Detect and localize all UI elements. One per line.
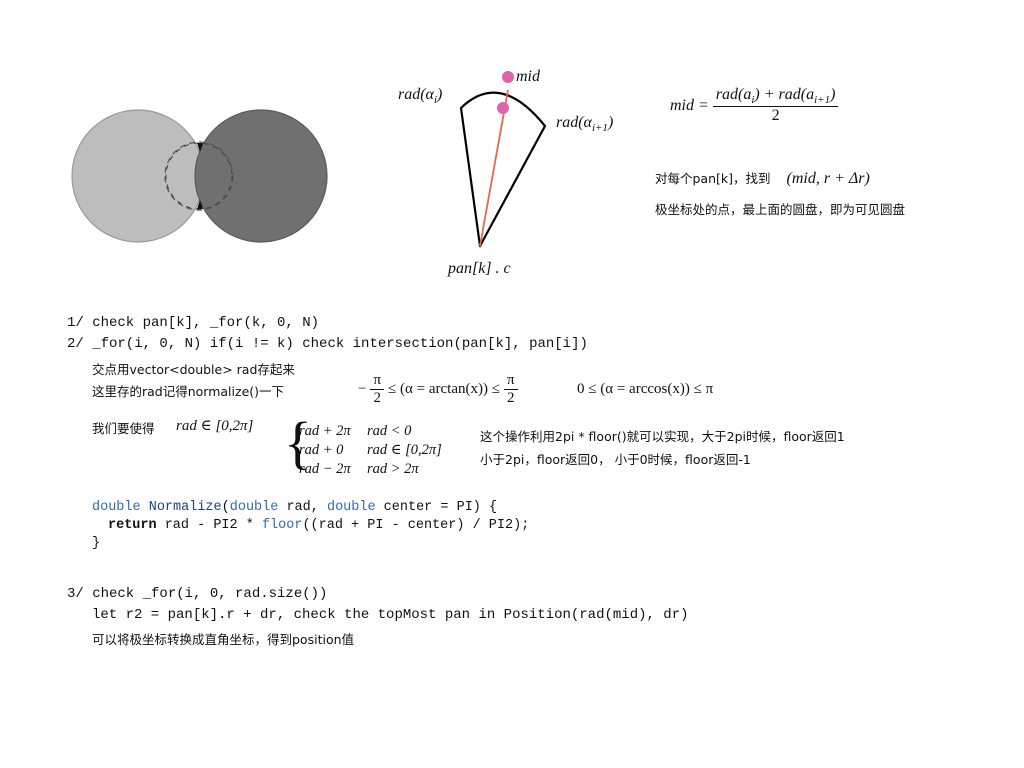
case-row: rad − 2π rad > 2π bbox=[299, 461, 419, 477]
note-line1: 对每个pan[k]，找到 (mid, r + Δr) bbox=[655, 170, 870, 187]
step-2-note-2: 这里存的rad记得normalize()一下 bbox=[92, 384, 285, 399]
step-2: 2/ _for(i, 0, N) if(i != k) check inters… bbox=[67, 336, 588, 352]
step-1: 1/ check pan[k], _for(k, 0, N) bbox=[67, 315, 320, 331]
cases: rad + 2π rad < 0 rad + 0 rad ∈ [0,2π] rad … bbox=[299, 422, 442, 479]
floor-note-2: 小于2pi，floor返回0， 小于0时候，floor返回-1 bbox=[480, 452, 751, 467]
code-line-3: } bbox=[92, 536, 101, 551]
floor-note-1: 这个操作利用2pi * floor()就可以实现，大于2pi时候，floor返回… bbox=[480, 429, 845, 444]
goal-math: rad ∈ [0,2π] bbox=[176, 418, 254, 434]
step-3: 3/ check _for(i, 0, rad.size()) bbox=[67, 586, 328, 602]
step-2-note-1: 交点用vector<double> rad存起来 bbox=[92, 362, 295, 377]
mid-dot-outer bbox=[502, 71, 514, 83]
case-row: rad + 0 rad ∈ [0,2π] bbox=[299, 442, 442, 458]
goal-text: 我们要使得 bbox=[92, 421, 155, 436]
left-disk bbox=[71, 109, 205, 243]
code-line-2: return rad - PI2 * floor((rad + PI - cen… bbox=[108, 518, 530, 533]
mid-dot-inner bbox=[497, 102, 509, 114]
label-mid: mid bbox=[516, 68, 540, 85]
right-disk bbox=[194, 109, 328, 243]
diagram-svg bbox=[71, 71, 547, 248]
mid-formula: mid = rad(ai) + rad(ai+1) 2 bbox=[670, 86, 839, 125]
label-rad-alpha-i1: rad(αi+1) bbox=[556, 114, 614, 135]
case-row: rad + 2π rad < 0 bbox=[299, 423, 412, 439]
code-line-1: double Normalize(double rad, double cent… bbox=[92, 500, 498, 515]
note-line2: 极坐标处的点，最上面的圆盘，即为可见圆盘 bbox=[655, 202, 906, 217]
step-3-line-2: let r2 = pan[k].r + dr, check the topMos… bbox=[92, 607, 689, 623]
arctan-range: − π2 ≤ (α = arctan(x)) ≤ π2 bbox=[358, 372, 518, 407]
arccos-range: 0 ≤ (α = arccos(x)) ≤ π bbox=[577, 381, 714, 397]
step-3-note: 可以将极坐标转换成直角坐标，得到position值 bbox=[92, 632, 355, 647]
label-center: pan[k] . c bbox=[448, 260, 511, 277]
label-rad-alpha-i: rad(αi) bbox=[398, 86, 443, 107]
